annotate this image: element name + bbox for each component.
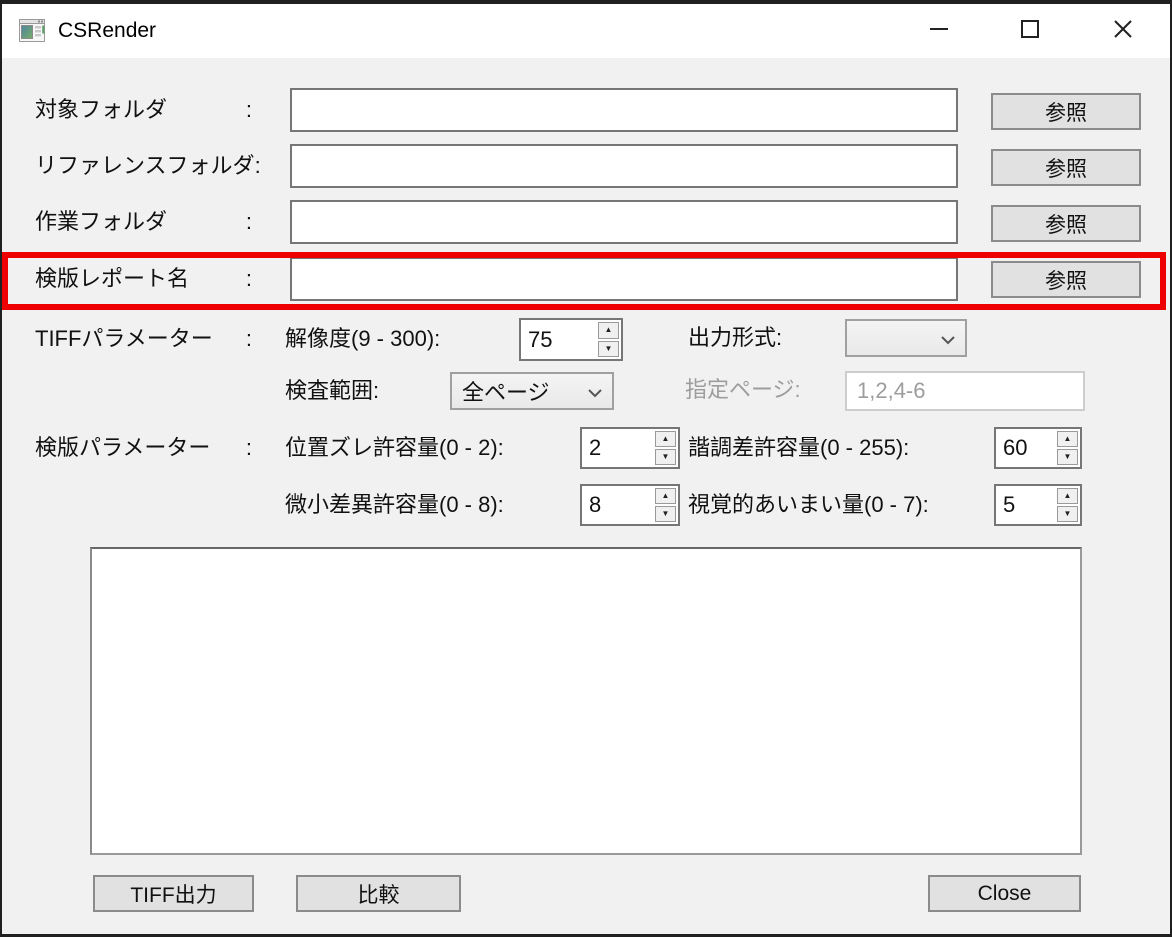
work-folder-browse-button[interactable]: 参照 bbox=[991, 205, 1141, 242]
resolution-input[interactable] bbox=[521, 320, 596, 359]
triangle-down-icon: ▼ bbox=[605, 345, 613, 353]
scan-range-dropdown[interactable]: 全ページ bbox=[450, 372, 614, 410]
spin-up-button[interactable]: ▲ bbox=[655, 431, 676, 447]
chevron-down-icon bbox=[941, 325, 955, 351]
work-folder-label: 作業フォルダ : bbox=[35, 206, 252, 238]
visual-ambiguity-input[interactable] bbox=[996, 486, 1055, 524]
output-format-label: 出力形式: bbox=[688, 322, 782, 354]
spin-up-button[interactable]: ▲ bbox=[598, 322, 619, 339]
tone-tolerance-spinner: ▲ ▼ bbox=[994, 427, 1082, 469]
report-name-browse-button[interactable]: 参照 bbox=[991, 261, 1141, 298]
tiff-params-section-label: TIFFパラメーター : bbox=[35, 323, 252, 355]
spin-down-button[interactable]: ▼ bbox=[598, 341, 619, 358]
spin-down-button[interactable]: ▼ bbox=[1057, 506, 1078, 522]
tone-tolerance-input[interactable] bbox=[996, 429, 1055, 467]
spin-down-button[interactable]: ▼ bbox=[655, 449, 676, 465]
minor-diff-tolerance-label: 微小差異許容量(0 - 8): bbox=[285, 489, 504, 521]
visual-ambiguity-label: 視覚的あいまい量(0 - 7): bbox=[688, 489, 929, 521]
position-tolerance-label: 位置ズレ許容量(0 - 2): bbox=[285, 432, 504, 464]
triangle-up-icon: ▲ bbox=[662, 435, 670, 443]
work-folder-input[interactable] bbox=[290, 200, 958, 244]
visual-ambiguity-spin-buttons: ▲ ▼ bbox=[1055, 486, 1080, 524]
spin-up-button[interactable]: ▲ bbox=[1057, 488, 1078, 504]
minimize-icon bbox=[929, 19, 949, 44]
triangle-down-icon: ▼ bbox=[1064, 453, 1072, 461]
triangle-up-icon: ▲ bbox=[1064, 435, 1072, 443]
report-name-label: 検版レポート名 : bbox=[35, 263, 252, 295]
triangle-down-icon: ▼ bbox=[662, 453, 670, 461]
resolution-spin-buttons: ▲ ▼ bbox=[596, 320, 621, 359]
position-tolerance-spin-buttons: ▲ ▼ bbox=[653, 429, 678, 467]
close-button[interactable] bbox=[1091, 4, 1155, 58]
report-name-input[interactable] bbox=[290, 257, 958, 301]
triangle-up-icon: ▲ bbox=[662, 492, 670, 500]
spin-up-button[interactable]: ▲ bbox=[655, 488, 676, 504]
compare-button[interactable]: 比較 bbox=[296, 875, 461, 912]
maximize-icon bbox=[1020, 19, 1040, 44]
reference-folder-browse-button[interactable]: 参照 bbox=[991, 149, 1141, 186]
resolution-spinner: ▲ ▼ bbox=[519, 318, 623, 361]
tone-tolerance-spin-buttons: ▲ ▼ bbox=[1055, 429, 1080, 467]
minor-diff-tolerance-spinner: ▲ ▼ bbox=[580, 484, 680, 526]
tiff-output-button[interactable]: TIFF出力 bbox=[93, 875, 254, 912]
app-window: CSRender 対象フォルダ : 参照 リファレンスフォルダ bbox=[2, 4, 1170, 934]
triangle-down-icon: ▼ bbox=[1064, 510, 1072, 518]
target-folder-label: 対象フォルダ : bbox=[35, 94, 252, 126]
target-folder-input[interactable] bbox=[290, 88, 958, 132]
target-folder-browse-button[interactable]: 参照 bbox=[991, 93, 1141, 130]
position-tolerance-input[interactable] bbox=[582, 429, 653, 467]
page-spec-label: 指定ページ: bbox=[685, 374, 801, 406]
scan-range-label: 検査範囲: bbox=[285, 375, 379, 407]
triangle-up-icon: ▲ bbox=[605, 326, 613, 334]
triangle-down-icon: ▼ bbox=[662, 510, 670, 518]
resolution-label: 解像度(9 - 300): bbox=[285, 323, 440, 355]
reference-folder-label: リファレンスフォルダ : bbox=[35, 150, 252, 182]
triangle-up-icon: ▲ bbox=[1064, 492, 1072, 500]
visual-ambiguity-spinner: ▲ ▼ bbox=[994, 484, 1082, 526]
position-tolerance-spinner: ▲ ▼ bbox=[580, 427, 680, 469]
reference-folder-input[interactable] bbox=[290, 144, 958, 188]
spin-down-button[interactable]: ▼ bbox=[655, 506, 676, 522]
minimize-button[interactable] bbox=[907, 4, 971, 58]
close-dialog-button[interactable]: Close bbox=[928, 875, 1081, 912]
title-bar: CSRender bbox=[2, 4, 1170, 58]
window-title: CSRender bbox=[58, 4, 156, 58]
spin-up-button[interactable]: ▲ bbox=[1057, 431, 1078, 447]
page-spec-input[interactable] bbox=[845, 371, 1085, 411]
tone-tolerance-label: 諧調差許容量(0 - 255): bbox=[688, 432, 909, 464]
app-icon bbox=[18, 17, 46, 45]
close-icon bbox=[1113, 19, 1133, 44]
spin-down-button[interactable]: ▼ bbox=[1057, 449, 1078, 465]
chevron-down-icon bbox=[588, 378, 602, 404]
output-format-dropdown[interactable] bbox=[845, 319, 967, 357]
check-params-section-label: 検版パラメーター : bbox=[35, 432, 252, 464]
log-textarea[interactable] bbox=[90, 547, 1082, 855]
maximize-button[interactable] bbox=[998, 4, 1062, 58]
minor-diff-tolerance-spin-buttons: ▲ ▼ bbox=[653, 486, 678, 524]
minor-diff-tolerance-input[interactable] bbox=[582, 486, 653, 524]
